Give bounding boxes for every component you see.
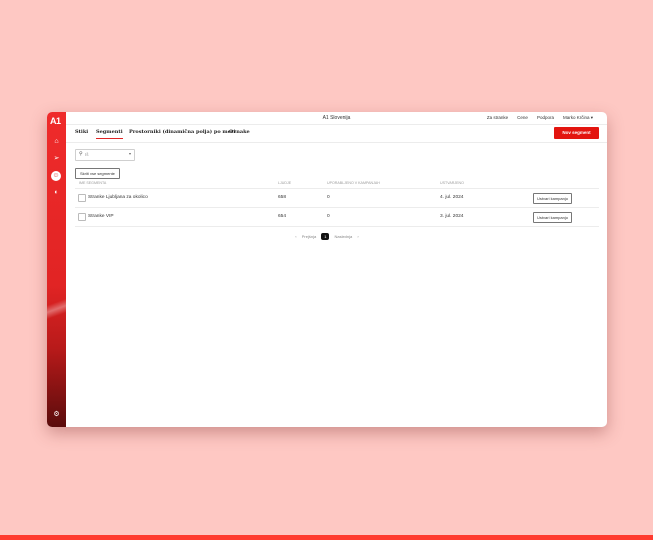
- new-segment-button[interactable]: Nov segment: [554, 127, 599, 139]
- bottom-stripe: [0, 535, 653, 540]
- filter-chip[interactable]: Skriti vse segmente: [75, 168, 120, 179]
- chevron-left-icon[interactable]: ‹: [295, 234, 296, 239]
- home-icon[interactable]: ⌂: [52, 137, 61, 146]
- settings-icon[interactable]: ⚙: [52, 410, 61, 419]
- segment-people: 654: [278, 214, 287, 219]
- segment-created: 4. jul. 2024: [440, 195, 464, 200]
- automation-icon[interactable]: ◐: [52, 188, 61, 197]
- row-checkbox[interactable]: [78, 213, 86, 221]
- create-campaign-button[interactable]: Ustvari kampanjo: [533, 193, 572, 204]
- row-checkbox[interactable]: [78, 194, 86, 202]
- topnav-cene[interactable]: Cene: [517, 115, 528, 121]
- segment-used: 0: [327, 214, 330, 219]
- topnav-za-stranke[interactable]: Za stranke: [487, 115, 508, 121]
- tab-prostorniki[interactable]: Prostorniki (dinamična polja) po meri: [129, 129, 235, 138]
- pagination: ‹ Prejšnja 1 Naslednja ›: [47, 233, 607, 240]
- user-menu[interactable]: Marko Krčina ▾: [563, 115, 593, 121]
- create-campaign-button[interactable]: Ustvari kampanjo: [533, 212, 572, 223]
- tab-segmenti[interactable]: Segmenti: [96, 129, 123, 139]
- topnav-podpora[interactable]: Podpora: [537, 115, 554, 121]
- search-input[interactable]: ⚲ Iš ▾: [75, 149, 135, 161]
- segment-used: 0: [327, 195, 330, 200]
- top-nav: Za stranke Cene Podpora Marko Krčina ▾: [487, 115, 593, 121]
- segment-name[interactable]: Stranke VIP: [88, 214, 114, 219]
- segment-name[interactable]: Stranke Ljubljana za okolico: [88, 195, 148, 200]
- next-page-link[interactable]: Naslednja: [334, 234, 352, 239]
- prev-page-link[interactable]: Prejšnja: [302, 234, 316, 239]
- table-row[interactable]: Stranke VIP 654 0 3. jul. 2024 Ustvari k…: [75, 208, 599, 227]
- header-used[interactable]: UPORABLJENO V KAMPANJAH: [327, 181, 380, 185]
- tab-oznake[interactable]: Oznake: [229, 129, 250, 138]
- header-name[interactable]: IME SEGMENTA: [79, 181, 106, 185]
- segment-people: 658: [278, 195, 287, 200]
- tabs-bar: Stiki Segmenti Prostorniki (dinamična po…: [66, 124, 607, 143]
- app-window: A1 ⌂ ➢ ☺ ◐ ⚙ A1 Slovenija Za stranke Cen…: [47, 112, 607, 427]
- segment-created: 3. jul. 2024: [440, 214, 464, 219]
- search-icon: ⚲: [79, 151, 83, 157]
- search-placeholder: Iš: [85, 152, 89, 157]
- sidebar: A1 ⌂ ➢ ☺ ◐ ⚙: [47, 112, 66, 427]
- chevron-right-icon[interactable]: ›: [357, 234, 358, 239]
- table-header: IME SEGMENTA LJUDJE UPORABLJENO V KAMPAN…: [75, 180, 599, 189]
- chevron-down-icon: ▾: [590, 115, 593, 120]
- header-created[interactable]: USTVARJENO: [440, 181, 464, 185]
- chevron-down-icon: ▾: [128, 151, 131, 156]
- user-name: Marko Krčina: [562, 115, 590, 120]
- segments-table: IME SEGMENTA LJUDJE UPORABLJENO V KAMPAN…: [75, 180, 599, 227]
- header-people[interactable]: LJUDJE: [278, 181, 291, 185]
- send-icon[interactable]: ➢: [52, 154, 61, 163]
- current-page[interactable]: 1: [321, 233, 330, 240]
- contacts-icon[interactable]: ☺: [51, 171, 61, 181]
- a1-logo[interactable]: A1: [50, 116, 61, 126]
- tab-stiki[interactable]: Stiki: [75, 129, 88, 138]
- table-row[interactable]: Stranke Ljubljana za okolico 658 0 4. ju…: [75, 189, 599, 208]
